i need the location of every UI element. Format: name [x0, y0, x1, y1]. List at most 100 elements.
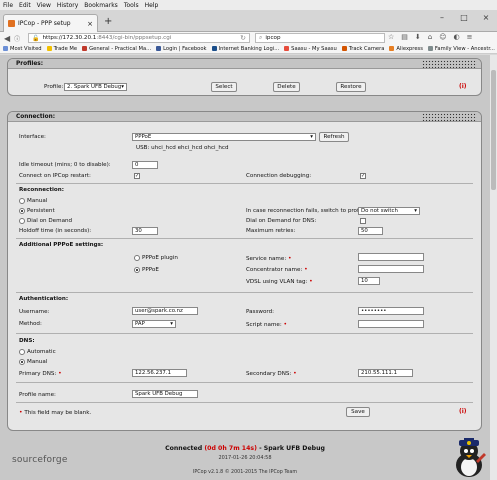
divider: [16, 292, 473, 293]
info-icon[interactable]: ⓘ: [14, 34, 20, 43]
url-bar[interactable]: 🔓 https://172.30.20.1:8443/cgi-bin/pppse…: [28, 33, 250, 43]
status-date: 2017-01-26 20:04:58: [218, 455, 272, 461]
bookmark-label: General - Practical Ma...: [89, 45, 152, 52]
dial-dns-checkbox[interactable]: [360, 218, 366, 224]
bookmark-item[interactable]: Trade Me: [46, 45, 78, 52]
close-window-icon[interactable]: ×: [475, 11, 497, 23]
help-icon[interactable]: (i): [459, 408, 467, 415]
reader-icon[interactable]: ▤: [401, 33, 408, 41]
manual-radio[interactable]: [19, 198, 25, 204]
service-name-input[interactable]: [358, 253, 424, 261]
bookmark-favicon-icon: [3, 46, 8, 51]
bookmark-item[interactable]: Login | Facebook: [156, 45, 207, 52]
idle-timeout-label: Idle timeout (mins; 0 to disable):: [19, 162, 111, 168]
profile-name-label: Profile name:: [19, 392, 56, 398]
tab-ipcop[interactable]: IPCop - PPP setup ×: [3, 14, 98, 32]
reload-icon[interactable]: ↻: [240, 34, 246, 42]
idle-timeout-input[interactable]: 0: [132, 161, 158, 169]
method-label: Method:: [19, 321, 42, 327]
search-icon: ⌕: [259, 34, 263, 41]
home-icon[interactable]: ⌂: [428, 33, 432, 41]
vdsl-input[interactable]: 10: [358, 277, 380, 285]
secondary-dns-label: Secondary DNS: •: [246, 370, 297, 377]
new-tab-icon[interactable]: +: [104, 16, 112, 27]
download-icon[interactable]: ⬇: [415, 33, 421, 41]
url-host: https://172.30.20.1: [42, 35, 97, 41]
bookmark-item[interactable]: Internet Banking Logi...: [211, 46, 279, 52]
menu-edit[interactable]: Edit: [19, 2, 31, 9]
switch-profile-select[interactable]: Do not switch ▾: [358, 207, 420, 215]
primary-dns-input[interactable]: 122.56.237.1: [132, 369, 187, 377]
dial-dns-label: Dial on Demand for DNS:: [246, 218, 317, 224]
concentrator-input[interactable]: [358, 265, 424, 273]
max-retries-input[interactable]: 50: [358, 227, 383, 235]
delete-button[interactable]: Delete: [273, 82, 300, 92]
bookmark-item[interactable]: Most Visited: [3, 46, 42, 52]
header-dots: [422, 60, 477, 68]
bookmark-label: Track Camera: [348, 45, 385, 52]
holdoff-input[interactable]: 30: [132, 227, 158, 235]
chevron-down-icon: ▾: [310, 134, 313, 140]
save-button[interactable]: Save: [346, 407, 370, 417]
bookmark-label: Login | Facebook: [163, 45, 207, 52]
menu-help[interactable]: Help: [145, 2, 159, 9]
dns-automatic-radio[interactable]: [19, 349, 25, 355]
select-button[interactable]: Select: [211, 82, 237, 92]
divider: [16, 382, 473, 383]
dns-manual-radio[interactable]: [19, 359, 25, 365]
switch-profile-label: In case reconnection fails, switch to pr…: [246, 208, 368, 214]
refresh-button[interactable]: Refresh: [319, 132, 349, 142]
menu-file[interactable]: File: [3, 2, 13, 9]
header-dots: [422, 113, 477, 121]
secondary-dns-input[interactable]: 210.55.111.1: [358, 369, 413, 377]
menu-view[interactable]: View: [37, 2, 51, 9]
password-input[interactable]: ••••••••: [358, 307, 424, 315]
minimize-icon[interactable]: –: [431, 11, 453, 23]
maximize-icon[interactable]: □: [453, 11, 475, 23]
copyright: IPCop v2.1.8 © 2001-2015 The IPCop Team: [192, 470, 297, 475]
bookmark-item[interactable]: Aliexpress: [389, 46, 423, 52]
method-select[interactable]: PAP ▾: [132, 320, 176, 328]
password-label: Password:: [246, 309, 275, 315]
connection-panel: Connection: Interface: PPPoE ▾ Refresh US…: [7, 111, 482, 431]
restore-button[interactable]: Restore: [336, 82, 366, 92]
bookmark-item[interactable]: Family View - Ancestr...: [427, 46, 495, 52]
back-icon[interactable]: ◀: [4, 34, 10, 43]
bookmark-label: Trade Me: [53, 45, 78, 52]
profile-select[interactable]: 2. Spark UFB Debug ▾: [64, 83, 127, 91]
star-icon[interactable]: ☆: [388, 33, 394, 41]
chat-icon[interactable]: ☺: [439, 33, 446, 41]
bookmark-item[interactable]: Track Camera: [341, 45, 385, 52]
menu-icon[interactable]: ≡: [467, 33, 473, 41]
search-value: ipcop: [265, 35, 281, 41]
divider: [16, 183, 473, 184]
script-name-label: Script name: •: [246, 321, 288, 328]
tab-close-icon[interactable]: ×: [87, 20, 93, 28]
connect-restart-checkbox[interactable]: ✓: [134, 173, 140, 179]
profile-name-input[interactable]: Spark UFB Debug: [132, 390, 198, 398]
dial-demand-radio-label: Dial on Demand: [27, 218, 73, 224]
help-icon[interactable]: (i): [459, 83, 467, 90]
script-name-input[interactable]: [358, 320, 424, 328]
debug-checkbox[interactable]: ✓: [360, 173, 366, 179]
menu-history[interactable]: History: [57, 2, 78, 9]
interface-select[interactable]: PPPoE ▾: [132, 133, 316, 141]
scrollbar-thumb[interactable]: [491, 70, 496, 190]
bookmark-favicon-icon: [284, 46, 290, 51]
chevron-down-icon: ▾: [121, 84, 124, 90]
menu-bookmarks[interactable]: Bookmarks: [84, 2, 118, 9]
bookmark-favicon-icon: [46, 46, 52, 51]
pocket-icon[interactable]: ◐: [454, 33, 460, 41]
persistent-radio[interactable]: [19, 208, 25, 214]
pppoe-plugin-radio[interactable]: [134, 255, 140, 261]
menu-bar: File Edit View History Bookmarks Tools H…: [0, 0, 497, 10]
dial-demand-radio[interactable]: [19, 218, 25, 224]
menu-tools[interactable]: Tools: [124, 2, 139, 9]
search-input[interactable]: ⌕ ipcop: [255, 33, 385, 43]
bookmark-item[interactable]: Saasu - My Saasu: [284, 46, 337, 52]
required-marker: •: [19, 409, 23, 416]
bookmark-item[interactable]: General - Practical Ma...: [82, 46, 151, 52]
bookmark-label: Most Visited: [10, 45, 42, 52]
username-input[interactable]: user@spark.co.nz: [132, 307, 198, 315]
pppoe-radio[interactable]: [134, 267, 140, 273]
